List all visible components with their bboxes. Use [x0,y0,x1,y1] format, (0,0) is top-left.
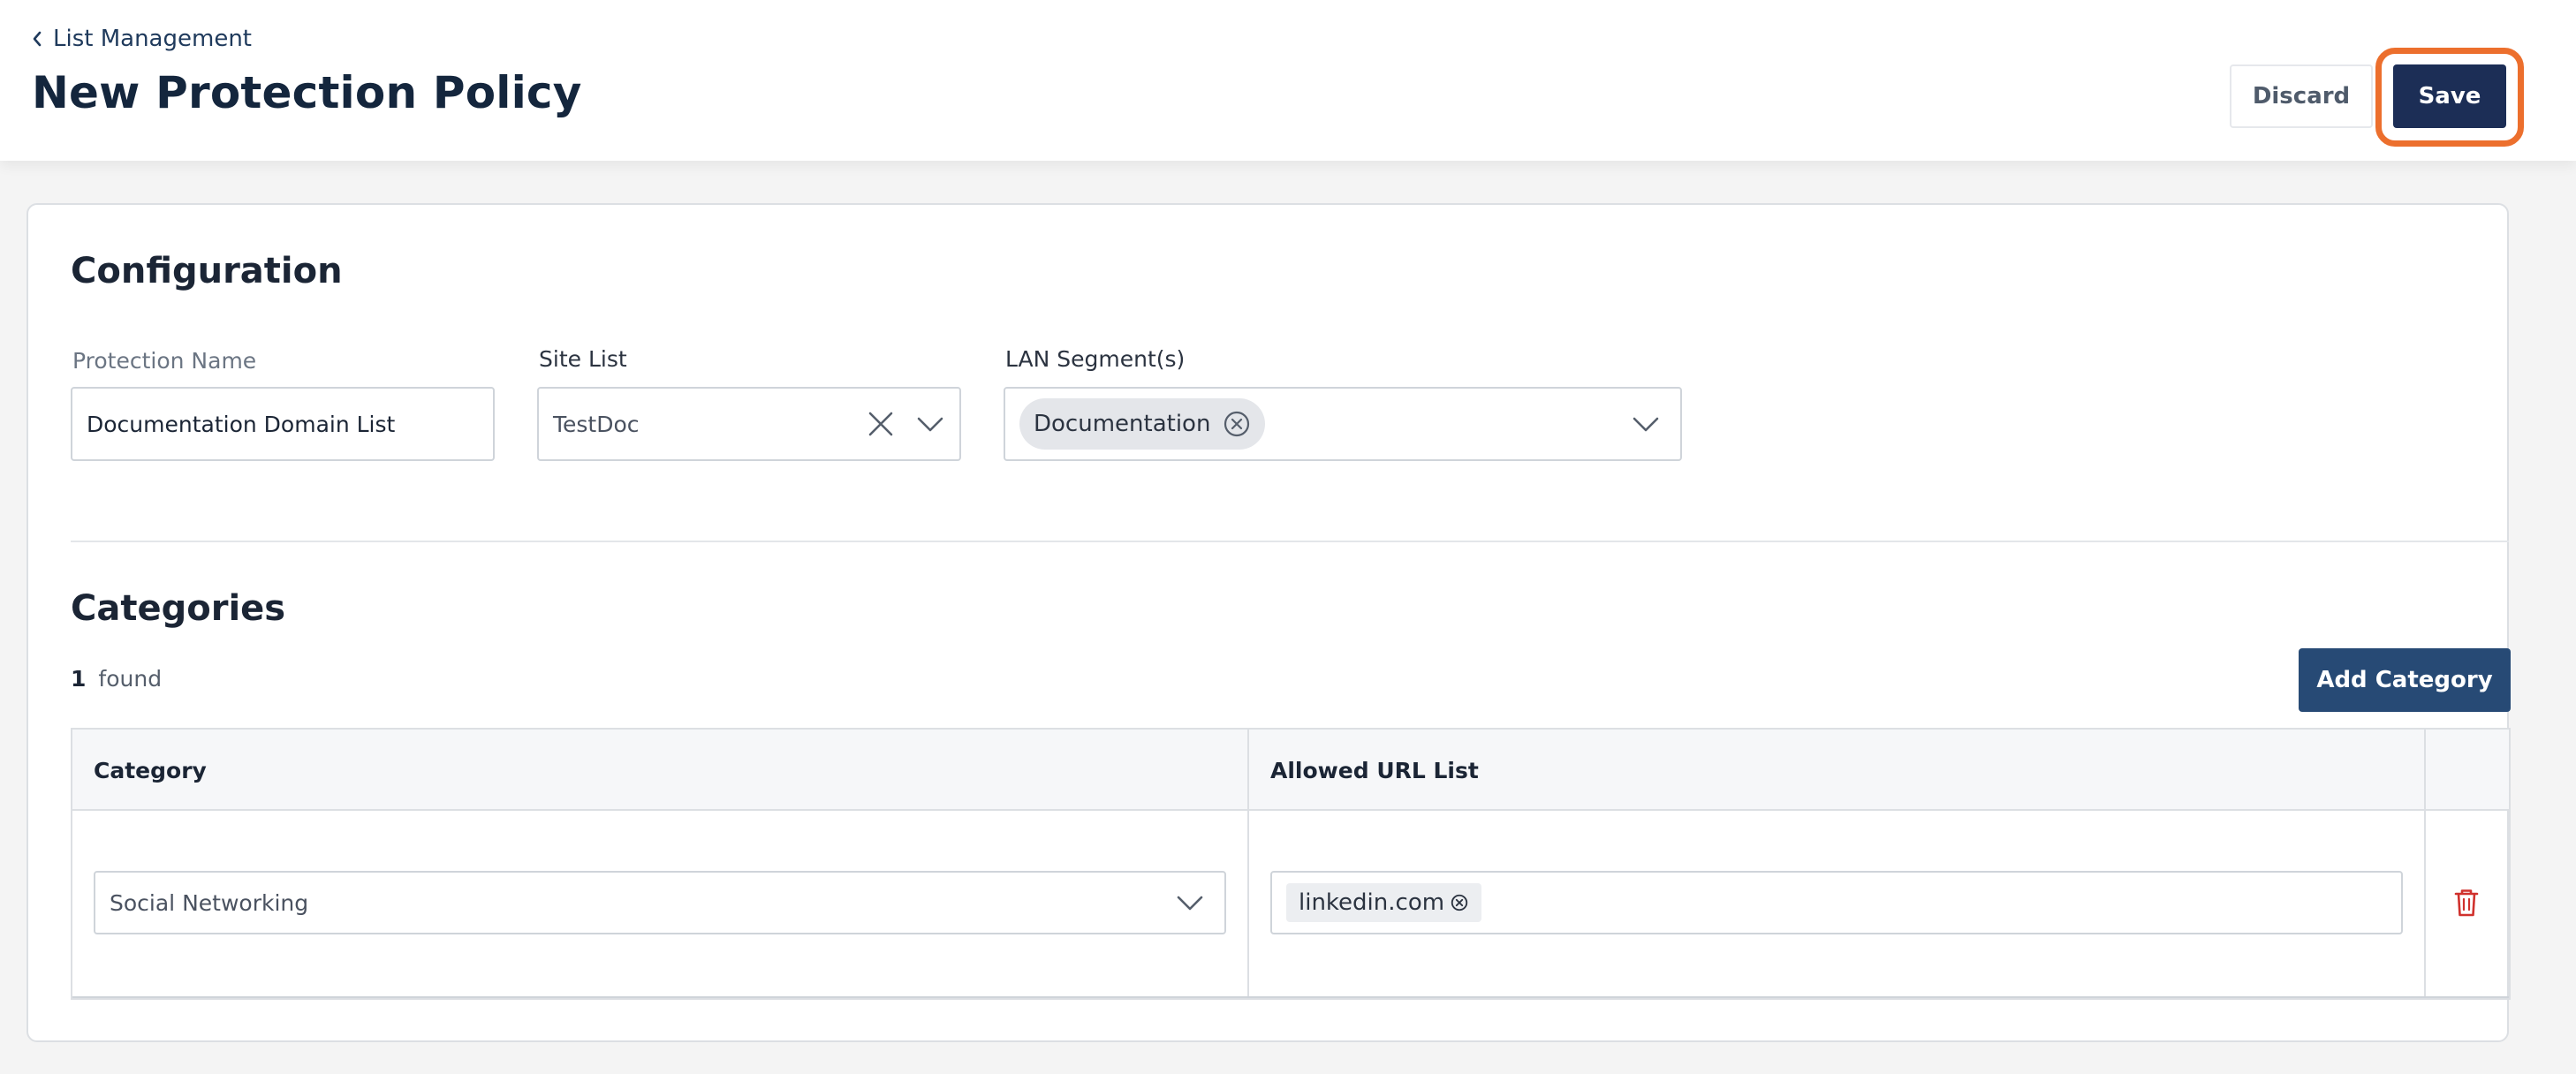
protection-name-input[interactable]: Documentation Domain List [71,387,495,461]
column-header-allowed-urls: Allowed URL List [1270,757,1479,783]
url-chip: linkedin.com [1286,883,1482,922]
close-icon[interactable] [866,409,896,439]
lan-segment-chip: Documentation [1019,398,1266,450]
chevron-down-icon[interactable] [915,409,945,439]
section-divider [71,541,2509,542]
lan-segments-select[interactable]: Documentation [1004,387,1682,461]
categories-table: Category Allowed URL List Social Network… [71,728,2511,1000]
table-row: Social Networking linkedin.com [72,811,2509,998]
configuration-title: Configuration [71,251,343,291]
protection-name-value: Documentation Domain List [87,411,396,437]
breadcrumb-label: List Management [53,26,252,52]
chevron-left-icon [30,29,44,49]
page-title: New Protection Policy [32,67,582,118]
allowed-url-input[interactable]: linkedin.com [1270,871,2403,934]
page-header: List Management New Protection Policy Di… [0,0,2576,161]
discard-button[interactable]: Discard [2230,64,2373,128]
category-select[interactable]: Social Networking [94,871,1226,934]
breadcrumb-back-link[interactable]: List Management [30,25,252,53]
lan-segments-chips: Documentation [1019,398,1631,450]
circle-x-icon[interactable] [1223,410,1251,438]
chevron-down-icon[interactable] [1175,888,1205,918]
site-list-select[interactable]: TestDoc [537,387,961,461]
site-list-label: Site List [539,346,627,372]
lan-segment-chip-label: Documentation [1034,411,1211,437]
add-category-button[interactable]: Add Category [2299,648,2511,712]
categories-count-value: 1 [71,666,87,692]
allowed-url-chips: linkedin.com [1286,883,2387,922]
chevron-down-icon[interactable] [1631,409,1661,439]
lan-segments-label: LAN Segment(s) [1005,346,1186,372]
category-value: Social Networking [110,889,309,916]
site-list-value: TestDoc [553,411,640,437]
table-header: Category Allowed URL List [72,730,2509,811]
url-chip-label: linkedin.com [1299,889,1445,916]
categories-count-label: found [98,666,163,692]
save-button[interactable]: Save [2393,64,2506,128]
column-header-category: Category [94,757,207,783]
trash-icon[interactable] [2451,887,2482,919]
circle-x-icon[interactable] [1450,893,1469,912]
table-row-border [72,996,2509,998]
categories-title: Categories [71,588,286,629]
categories-count: 1 found [71,666,162,692]
policy-card: Configuration Protection Name Documentat… [27,203,2511,1042]
protection-name-label: Protection Name [72,348,257,374]
